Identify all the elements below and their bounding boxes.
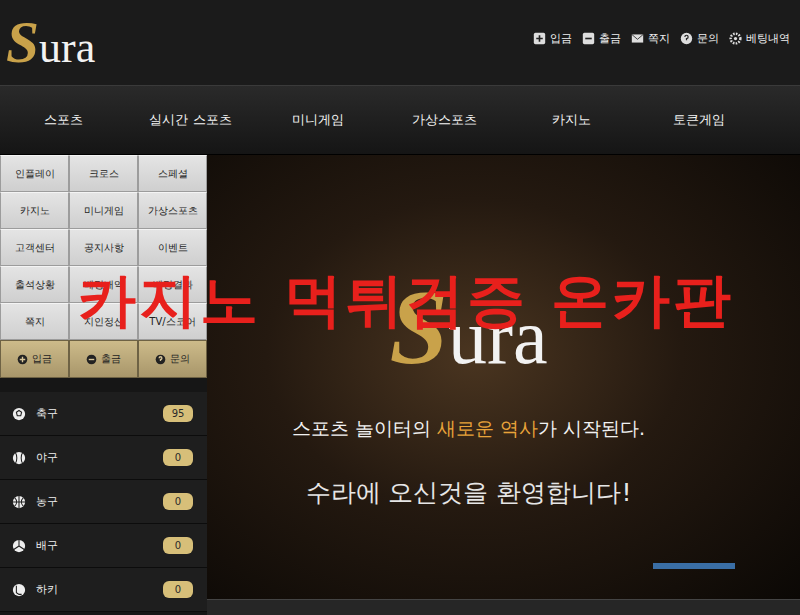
envelope-icon xyxy=(631,32,644,45)
menu-button[interactable]: 크로스 xyxy=(69,155,138,192)
menu-button[interactable]: 카지노 xyxy=(0,192,69,229)
basketball-icon xyxy=(12,495,26,509)
bottom-strip xyxy=(207,599,800,615)
volleyball-icon xyxy=(12,539,26,553)
top-link[interactable]: 베팅내역 xyxy=(729,31,790,46)
sport-name: 배구 xyxy=(36,538,153,553)
menu-button[interactable]: 인플레이 xyxy=(0,155,69,192)
nav-item[interactable]: 스포츠 xyxy=(0,111,127,129)
main: Sura 스포츠 놀이터의 새로운 역사가 시작된다. 수라에 오신것을 환영합니다… xyxy=(207,155,800,615)
top-link[interactable]: 입금 xyxy=(533,31,572,46)
banner-welcome: 수라에 오신것을 환영합니다! xyxy=(306,476,632,509)
sport-count: 0 xyxy=(163,493,193,510)
body: 인플레이크로스스페셜카지노미니게임가상스포츠고객센터공지사항이벤트출석상황베팅내… xyxy=(0,155,800,615)
menu-button[interactable]: 지인정산 xyxy=(69,303,138,340)
baseball-icon xyxy=(12,451,26,465)
top-link[interactable]: 문의 xyxy=(680,31,719,46)
plus-icon xyxy=(17,354,28,365)
gear-icon xyxy=(729,32,742,45)
sport-row[interactable]: 하키 0 xyxy=(0,568,207,612)
menu-button[interactable]: 공지사항 xyxy=(69,229,138,266)
sport-row[interactable]: 배구 0 xyxy=(0,524,207,568)
sport-row[interactable]: 야구 0 xyxy=(0,436,207,480)
nav-item[interactable]: 가상스포츠 xyxy=(381,111,508,129)
menu-button[interactable]: 고객센터 xyxy=(0,229,69,266)
sport-row[interactable]: 농구 0 xyxy=(0,480,207,524)
slide-indicators xyxy=(653,563,735,569)
hockey-icon xyxy=(12,583,26,597)
nav-item[interactable]: 카지노 xyxy=(508,111,635,129)
plus-icon xyxy=(533,32,546,45)
menu-button[interactable]: 미니게임 xyxy=(69,192,138,229)
logo[interactable]: Sura xyxy=(6,13,95,72)
sport-name: 축구 xyxy=(36,406,153,421)
sidebar: 인플레이크로스스페셜카지노미니게임가상스포츠고객센터공지사항이벤트출석상황베팅내… xyxy=(0,155,207,615)
top-links: 입금 출금 쪽지 문의 베팅내역 xyxy=(533,31,790,46)
main-nav: 스포츠실시간 스포츠미니게임가상스포츠카지노토큰게임 xyxy=(0,85,800,155)
sport-row[interactable]: 축구 95 xyxy=(0,392,207,436)
menu-button[interactable]: 출석상황 xyxy=(0,266,69,303)
sport-name: 농구 xyxy=(36,494,153,509)
action-row: 입금출금문의 xyxy=(0,340,207,378)
menu-button[interactable]: TV/스코어 xyxy=(138,303,207,340)
menu-button[interactable]: 가상스포츠 xyxy=(138,192,207,229)
top-link[interactable]: 출금 xyxy=(582,31,621,46)
menu-button[interactable]: 베팅결과 xyxy=(138,266,207,303)
soccer-ball-icon xyxy=(12,407,26,421)
question-icon xyxy=(680,32,693,45)
action-button[interactable]: 입금 xyxy=(0,340,69,378)
page: Sura입금출금쪽지문의베팅내역스포츠실시간 스포츠미니게임가상스포츠카지노토큰… xyxy=(0,0,800,615)
minus-icon xyxy=(582,32,595,45)
nav-item[interactable]: 토큰게임 xyxy=(635,111,762,129)
question-icon xyxy=(155,354,166,365)
menu-button[interactable]: 이벤트 xyxy=(138,229,207,266)
banner[interactable]: Sura 스포츠 놀이터의 새로운 역사가 시작된다. 수라에 오신것을 환영합니다… xyxy=(207,155,800,599)
menu-button[interactable]: 베팅내역 xyxy=(69,266,138,303)
minus-icon xyxy=(86,354,97,365)
menu-button[interactable]: 쪽지 xyxy=(0,303,69,340)
nav-item[interactable]: 실시간 스포츠 xyxy=(127,111,254,129)
top-link[interactable]: 쪽지 xyxy=(631,31,670,46)
action-button[interactable]: 문의 xyxy=(138,340,207,378)
banner-tagline: 스포츠 놀이터의 새로운 역사가 시작된다. xyxy=(292,416,645,442)
slide-indicator[interactable] xyxy=(653,563,735,569)
banner-logo: Sura xyxy=(389,275,547,380)
sport-list: 축구 95 야구 0 농구 0 배구 0 하키 0 xyxy=(0,392,207,612)
header: Sura 입금 출금 쪽지 문의 베팅내역 xyxy=(0,0,800,85)
sport-name: 야구 xyxy=(36,450,153,465)
sport-count: 0 xyxy=(163,581,193,598)
sport-count: 0 xyxy=(163,449,193,466)
nav-item[interactable]: 미니게임 xyxy=(254,111,381,129)
sport-name: 하키 xyxy=(36,582,153,597)
watermark: 카지노 먹튀검증 온카판 xyxy=(78,262,734,340)
sport-count: 0 xyxy=(163,537,193,554)
menu-button[interactable]: 스페셜 xyxy=(138,155,207,192)
menu-grid: 인플레이크로스스페셜카지노미니게임가상스포츠고객센터공지사항이벤트출석상황베팅내… xyxy=(0,155,207,340)
action-button[interactable]: 출금 xyxy=(69,340,138,378)
sport-count: 95 xyxy=(163,405,193,422)
